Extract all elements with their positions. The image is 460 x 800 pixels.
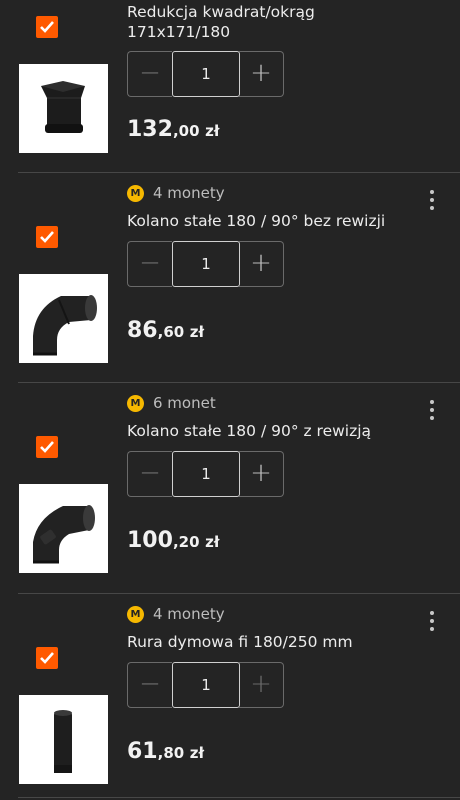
plus-icon: + (250, 669, 272, 699)
coin-icon: M (127, 605, 144, 623)
product-title-line: Redukcja kwadrat/okrąg (127, 3, 315, 21)
product-price: 132,00 zł (127, 117, 219, 142)
quantity-input[interactable]: 1 (172, 51, 240, 97)
product-image[interactable] (19, 274, 108, 363)
product-title[interactable]: Kolano stałe 180 / 90° z rewizją (127, 421, 427, 441)
minus-icon: − (139, 58, 161, 88)
item-divider (18, 172, 460, 173)
quantity-stepper: − 1 + (127, 241, 285, 287)
coins-label: 4 monety (153, 184, 225, 202)
quantity-input[interactable]: 1 (172, 662, 240, 708)
quantity-input[interactable]: 1 (172, 241, 240, 287)
price-decimal: ,60 (157, 323, 185, 341)
coins-reward: M 4 monety (127, 183, 225, 203)
select-item-checkbox[interactable] (36, 16, 58, 38)
plus-icon: + (250, 458, 272, 488)
coin-icon: M (127, 184, 144, 202)
reduction-fitting-image (41, 81, 85, 133)
product-title[interactable]: Kolano stałe 180 / 90° bez rewizji (127, 211, 427, 231)
elbow-pipe-inspection-image (33, 505, 95, 564)
minus-icon: − (139, 458, 161, 488)
smoke-pipe-image (54, 710, 72, 773)
price-decimal: ,20 (172, 533, 200, 551)
plus-icon: + (250, 248, 272, 278)
decrease-quantity-button[interactable]: − (127, 241, 172, 287)
product-price: 61,80 zł (127, 739, 204, 764)
more-options-icon[interactable] (420, 398, 444, 422)
checkmark-icon (40, 21, 54, 33)
coins-reward: M 6 monet (127, 393, 216, 413)
price-currency: zł (189, 323, 205, 341)
product-title[interactable]: Rura dymowa fi 180/250 mm (127, 632, 427, 652)
product-price: 86,60 zł (127, 318, 204, 343)
price-decimal: ,80 (157, 744, 185, 762)
coin-icon: M (127, 394, 144, 412)
minus-icon: − (139, 669, 161, 699)
plus-icon: + (250, 58, 272, 88)
product-title[interactable]: Redukcja kwadrat/okrąg 171x171/180 (127, 2, 427, 42)
product-price: 100,20 zł (127, 528, 219, 553)
price-currency: zł (205, 533, 220, 551)
product-title-line: 171x171/180 (127, 23, 231, 41)
quantity-stepper: − 1 + (127, 51, 285, 97)
coins-label: 6 monet (153, 394, 216, 412)
decrease-quantity-button[interactable]: − (127, 662, 172, 708)
increase-quantity-button[interactable]: + (239, 241, 284, 287)
increase-quantity-button[interactable]: + (239, 451, 284, 497)
product-image[interactable] (19, 64, 108, 153)
item-divider (18, 593, 460, 594)
price-integer: 86 (127, 318, 158, 343)
item-divider (18, 382, 460, 383)
minus-icon: − (139, 248, 161, 278)
price-decimal: ,00 (172, 122, 200, 140)
select-item-checkbox[interactable] (36, 647, 58, 669)
price-currency: zł (189, 744, 205, 762)
decrease-quantity-button[interactable]: − (127, 51, 172, 97)
more-options-icon[interactable] (420, 609, 444, 633)
more-options-icon[interactable] (420, 188, 444, 212)
elbow-pipe-image (33, 295, 97, 356)
item-divider (18, 797, 460, 798)
select-item-checkbox[interactable] (36, 436, 58, 458)
price-integer: 132 (127, 117, 173, 142)
quantity-input[interactable]: 1 (172, 451, 240, 497)
product-image[interactable] (19, 695, 108, 784)
decrease-quantity-button[interactable]: − (127, 451, 172, 497)
price-integer: 100 (127, 528, 173, 553)
checkmark-icon (40, 652, 54, 664)
cart-list: Redukcja kwadrat/okrąg 171x171/180 − 1 +… (0, 0, 460, 800)
quantity-stepper: − 1 + (127, 662, 285, 708)
quantity-stepper: − 1 + (127, 451, 285, 497)
increase-quantity-button[interactable]: + (239, 51, 284, 97)
select-item-checkbox[interactable] (36, 226, 58, 248)
product-image[interactable] (19, 484, 108, 573)
checkmark-icon (40, 231, 54, 243)
price-currency: zł (205, 122, 220, 140)
coins-reward: M 4 monety (127, 604, 225, 624)
checkmark-icon (40, 441, 54, 453)
coins-label: 4 monety (153, 605, 225, 623)
price-integer: 61 (127, 739, 158, 764)
increase-quantity-button[interactable]: + (239, 662, 284, 708)
